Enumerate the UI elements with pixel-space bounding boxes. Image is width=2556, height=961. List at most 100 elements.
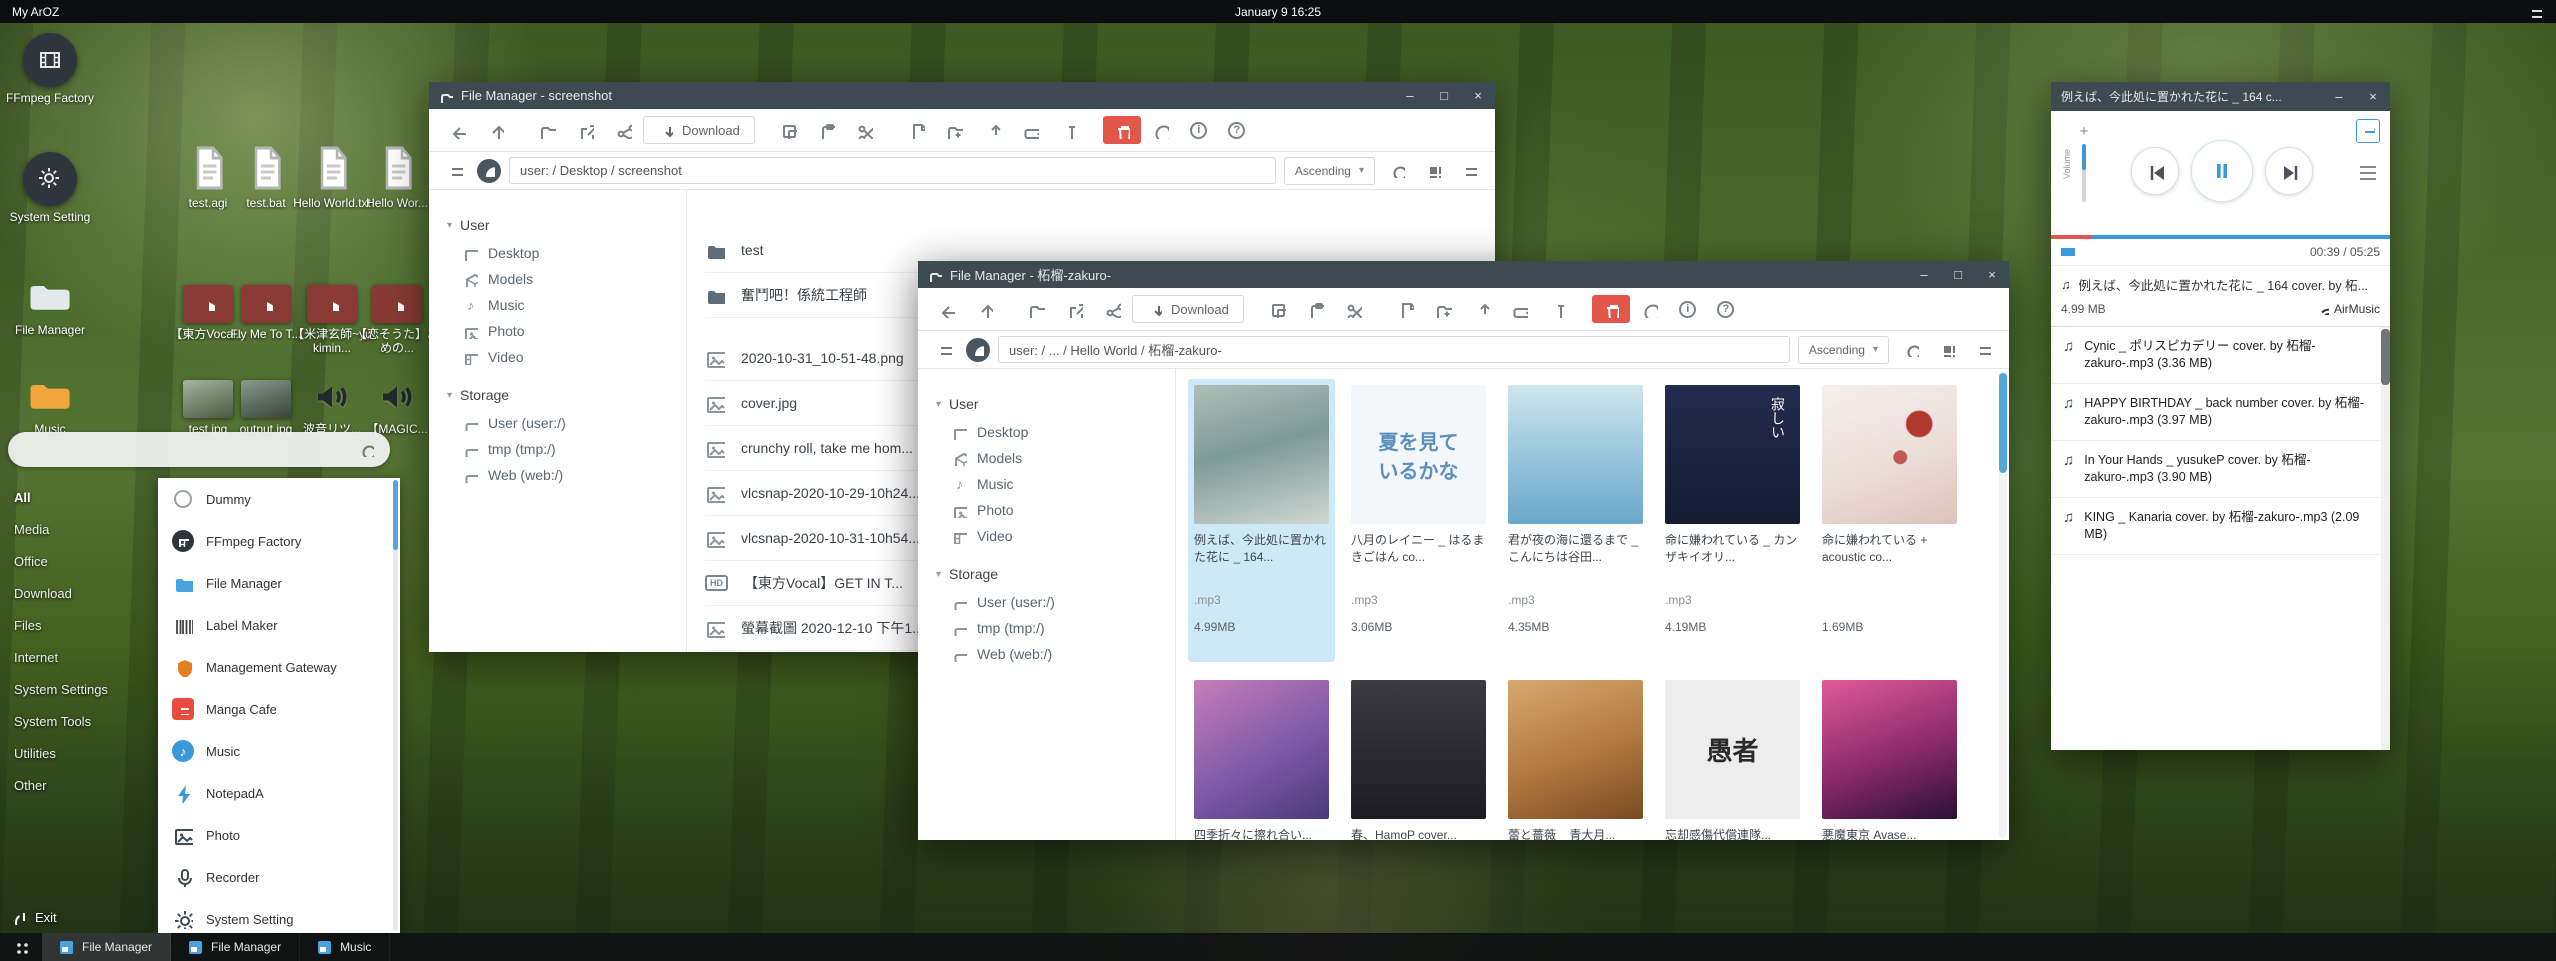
- sidebar-item-models[interactable]: Models: [429, 266, 686, 292]
- dark-mode-moon-icon[interactable]: [477, 159, 501, 183]
- delete-button[interactable]: [1592, 295, 1630, 323]
- rename-button[interactable]: [1540, 295, 1576, 323]
- next-track-button[interactable]: [2265, 147, 2313, 195]
- previous-track-button[interactable]: [2131, 147, 2179, 195]
- download-button[interactable]: Download: [1132, 295, 1244, 323]
- sidebar-section-storage[interactable]: ▾ Storage: [429, 380, 686, 410]
- share-button[interactable]: [1094, 295, 1130, 323]
- category-other[interactable]: Other: [0, 769, 156, 801]
- grid-view-icon[interactable]: [1419, 157, 1447, 185]
- file-tile[interactable]: 寂しい 命に嫌われている _ カンザキイオリ... .mp3 4.19MB: [1659, 379, 1806, 662]
- app-grid-icon[interactable]: [0, 933, 42, 961]
- list-menu-icon[interactable]: [441, 157, 469, 185]
- desktop-launcher-ffmpeg-factory[interactable]: FFmpeg Factory: [5, 33, 95, 105]
- app-item-system-setting[interactable]: System Setting: [158, 898, 400, 933]
- category-utilities[interactable]: Utilities: [0, 737, 156, 769]
- sidebar-item-user-drive[interactable]: User (user:/): [429, 410, 686, 436]
- file-tile[interactable]: 命に嫌われている + acoustic co... 1.69MB: [1816, 379, 1963, 662]
- sort-dropdown[interactable]: Ascending ▾: [1798, 336, 1889, 364]
- category-all[interactable]: All: [0, 481, 156, 513]
- sidebar-item-photo[interactable]: Photo: [429, 318, 686, 344]
- delete-button[interactable]: [1103, 116, 1141, 144]
- list-view-icon[interactable]: [1969, 336, 1997, 364]
- app-item-management-gateway[interactable]: Management Gateway: [158, 646, 400, 688]
- search-icon[interactable]: [1383, 157, 1411, 185]
- titlebar[interactable]: 例えば、今此処に置かれた花に _ 164 c... – ×: [2051, 82, 2390, 111]
- list-menu-icon[interactable]: [930, 336, 958, 364]
- copy-button[interactable]: [771, 116, 807, 144]
- category-internet[interactable]: Internet: [0, 641, 156, 673]
- upload-button[interactable]: [1464, 295, 1500, 323]
- minimize-button[interactable]: –: [1393, 82, 1427, 109]
- back-button[interactable]: [439, 116, 475, 144]
- app-item-file-manager[interactable]: File Manager: [158, 562, 400, 604]
- volume-up-label[interactable]: +: [2069, 123, 2099, 140]
- refresh-button[interactable]: [1143, 116, 1179, 144]
- app-item-notepada[interactable]: NotepadA: [158, 772, 400, 814]
- help-button[interactable]: ?: [1708, 295, 1744, 323]
- sidebar-item-photo[interactable]: Photo: [918, 497, 1175, 523]
- upload-button[interactable]: [975, 116, 1011, 144]
- taskbar-item-file-manager-1[interactable]: File Manager: [42, 933, 171, 961]
- exit-button[interactable]: Exit: [12, 910, 57, 925]
- sidebar-item-user-drive[interactable]: User (user:/): [918, 589, 1175, 615]
- close-button[interactable]: ×: [2356, 82, 2390, 111]
- up-button[interactable]: [477, 116, 513, 144]
- file-tile[interactable]: 春、HamoP cover...: [1345, 674, 1492, 840]
- titlebar[interactable]: File Manager - screenshot – □ ×: [429, 82, 1495, 109]
- back-button[interactable]: [928, 295, 964, 323]
- up-button[interactable]: [966, 295, 1002, 323]
- new-file-button[interactable]: [1388, 295, 1424, 323]
- playlist-item[interactable]: ♫ HAPPY BIRTHDAY _ back number cover. by…: [2051, 384, 2390, 441]
- grid-view-icon[interactable]: [1933, 336, 1961, 364]
- app-item-dummy[interactable]: Dummy: [158, 478, 400, 520]
- playlist-menu-icon[interactable]: [2356, 161, 2376, 181]
- file-tile[interactable]: 悪魔東京 Avase...: [1816, 674, 1963, 840]
- open-button[interactable]: [529, 116, 565, 144]
- sidebar-item-web-drive[interactable]: Web (web:/): [918, 641, 1175, 667]
- app-list-scrollbar[interactable]: [393, 480, 398, 931]
- open-in-new-button[interactable]: [1056, 295, 1092, 323]
- playlist-item[interactable]: ♫ In Your Hands _ yusukeP cover. by 柘榴-z…: [2051, 441, 2390, 498]
- app-item-music[interactable]: ♪ Music: [158, 730, 400, 772]
- maximize-button[interactable]: □: [1941, 261, 1975, 288]
- desktop-launcher-file-manager[interactable]: File Manager: [5, 265, 95, 337]
- sidebar-item-desktop[interactable]: Desktop: [429, 240, 686, 266]
- scrollbar[interactable]: [1999, 371, 2007, 838]
- pause-button[interactable]: [2191, 140, 2253, 202]
- sidebar-item-desktop[interactable]: Desktop: [918, 419, 1175, 445]
- rename-button[interactable]: [1051, 116, 1087, 144]
- app-item-photo[interactable]: Photo: [158, 814, 400, 856]
- download-button[interactable]: Download: [643, 116, 755, 144]
- sidebar-item-models[interactable]: Models: [918, 445, 1175, 471]
- sort-dropdown[interactable]: Ascending ▾: [1284, 157, 1375, 185]
- open-in-new-button[interactable]: [567, 116, 603, 144]
- menu-icon[interactable]: [2528, 5, 2556, 19]
- dark-mode-moon-icon[interactable]: [966, 338, 990, 362]
- path-input[interactable]: user: / Desktop / screenshot: [509, 157, 1276, 184]
- sidebar-section-user[interactable]: ▾ User: [429, 210, 686, 240]
- file-tile[interactable]: 四季折々に擦れ合い...: [1188, 674, 1335, 840]
- storage-button[interactable]: [1013, 116, 1049, 144]
- category-media[interactable]: Media: [0, 513, 156, 545]
- search-icon[interactable]: [1897, 336, 1925, 364]
- help-button[interactable]: ?: [1219, 116, 1255, 144]
- file-tile-selected[interactable]: 例えば、今此処に置かれた花に _ 164... .mp3 4.99MB: [1188, 379, 1335, 662]
- search-input[interactable]: [8, 432, 390, 467]
- cut-button[interactable]: [1336, 295, 1372, 323]
- list-view-icon[interactable]: [1455, 157, 1483, 185]
- cut-button[interactable]: [847, 116, 883, 144]
- file-tile[interactable]: 夏を見て いるかな 八月のレイニー _ はるまきごはん co... .mp3 3…: [1345, 379, 1492, 662]
- copy-button[interactable]: [1260, 295, 1296, 323]
- share-button[interactable]: [605, 116, 641, 144]
- file-tile[interactable]: 愚者 忘却感傷代償連隊...: [1659, 674, 1806, 840]
- titlebar[interactable]: File Manager - 柘榴-zakuro- – □ ×: [918, 261, 2009, 288]
- new-file-button[interactable]: [899, 116, 935, 144]
- playlist-item[interactable]: ♫ Cynic _ ポリスピカデリー cover. by 柘榴-zakuro-.…: [2051, 327, 2390, 384]
- app-item-label-maker[interactable]: Label Maker: [158, 604, 400, 646]
- close-button[interactable]: ×: [1461, 82, 1495, 109]
- open-button[interactable]: [1018, 295, 1054, 323]
- new-folder-button[interactable]: [1426, 295, 1462, 323]
- volume-slider[interactable]: + Volume: [2069, 123, 2099, 202]
- scrollbar[interactable]: [2381, 327, 2390, 750]
